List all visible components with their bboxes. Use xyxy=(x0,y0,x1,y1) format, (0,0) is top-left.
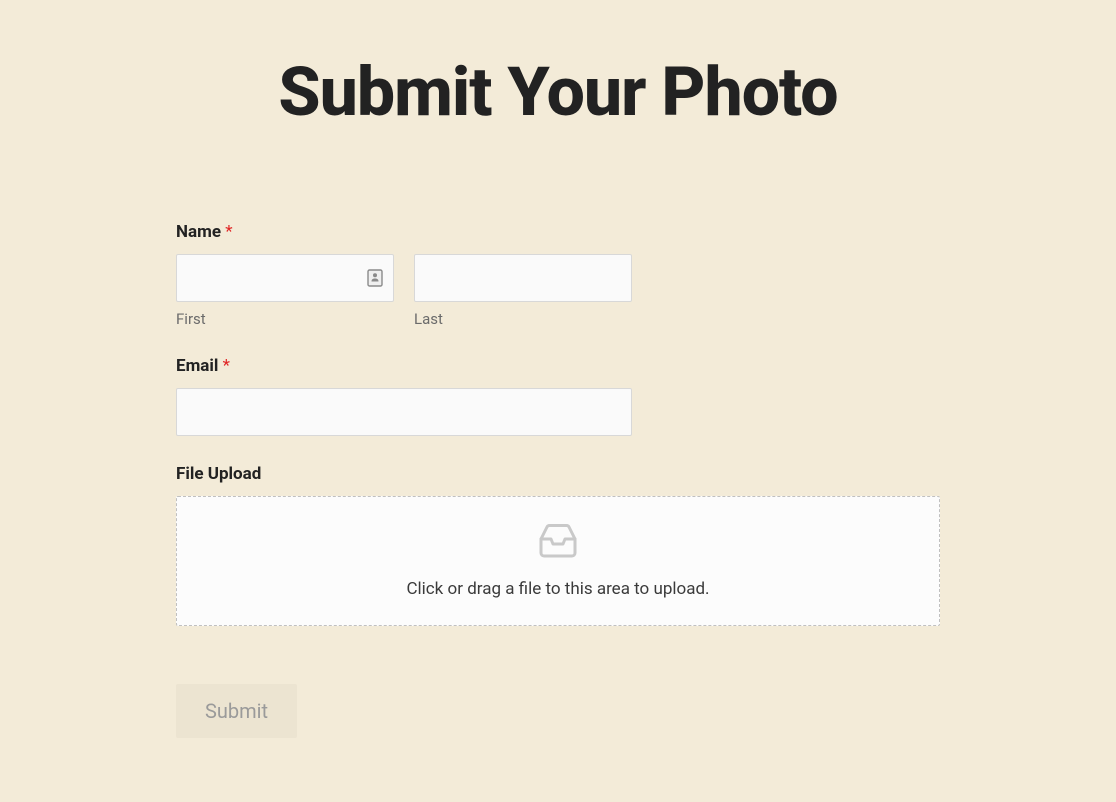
file-dropzone[interactable]: Click or drag a file to this area to upl… xyxy=(176,496,940,626)
name-label: Name * xyxy=(176,222,940,242)
email-field-group: Email * xyxy=(176,356,940,436)
dropzone-text: Click or drag a file to this area to upl… xyxy=(406,579,709,599)
required-asterisk: * xyxy=(223,356,230,376)
name-row: First Last xyxy=(176,254,940,328)
first-name-input[interactable] xyxy=(176,254,394,302)
name-label-text: Name xyxy=(176,222,221,242)
photo-submit-form: Name * First xyxy=(176,222,940,738)
name-field-group: Name * First xyxy=(176,222,940,328)
file-upload-field-group: File Upload Click or drag a file to this… xyxy=(176,464,940,626)
last-name-sublabel: Last xyxy=(414,310,632,328)
first-name-sublabel: First xyxy=(176,310,394,328)
email-label-text: Email xyxy=(176,356,218,376)
contact-card-icon xyxy=(366,268,384,288)
submit-button[interactable]: Submit xyxy=(176,684,297,738)
email-input[interactable] xyxy=(176,388,632,436)
page-container: Submit Your Photo Name * xyxy=(0,52,1116,802)
last-name-column: Last xyxy=(414,254,632,328)
file-upload-label: File Upload xyxy=(176,464,940,484)
last-name-input[interactable] xyxy=(414,254,632,302)
first-name-column: First xyxy=(176,254,394,328)
page-title: Submit Your Photo xyxy=(20,52,1096,132)
inbox-icon xyxy=(536,523,580,563)
first-name-wrapper xyxy=(176,254,394,302)
required-asterisk: * xyxy=(225,222,232,242)
email-label: Email * xyxy=(176,356,940,376)
